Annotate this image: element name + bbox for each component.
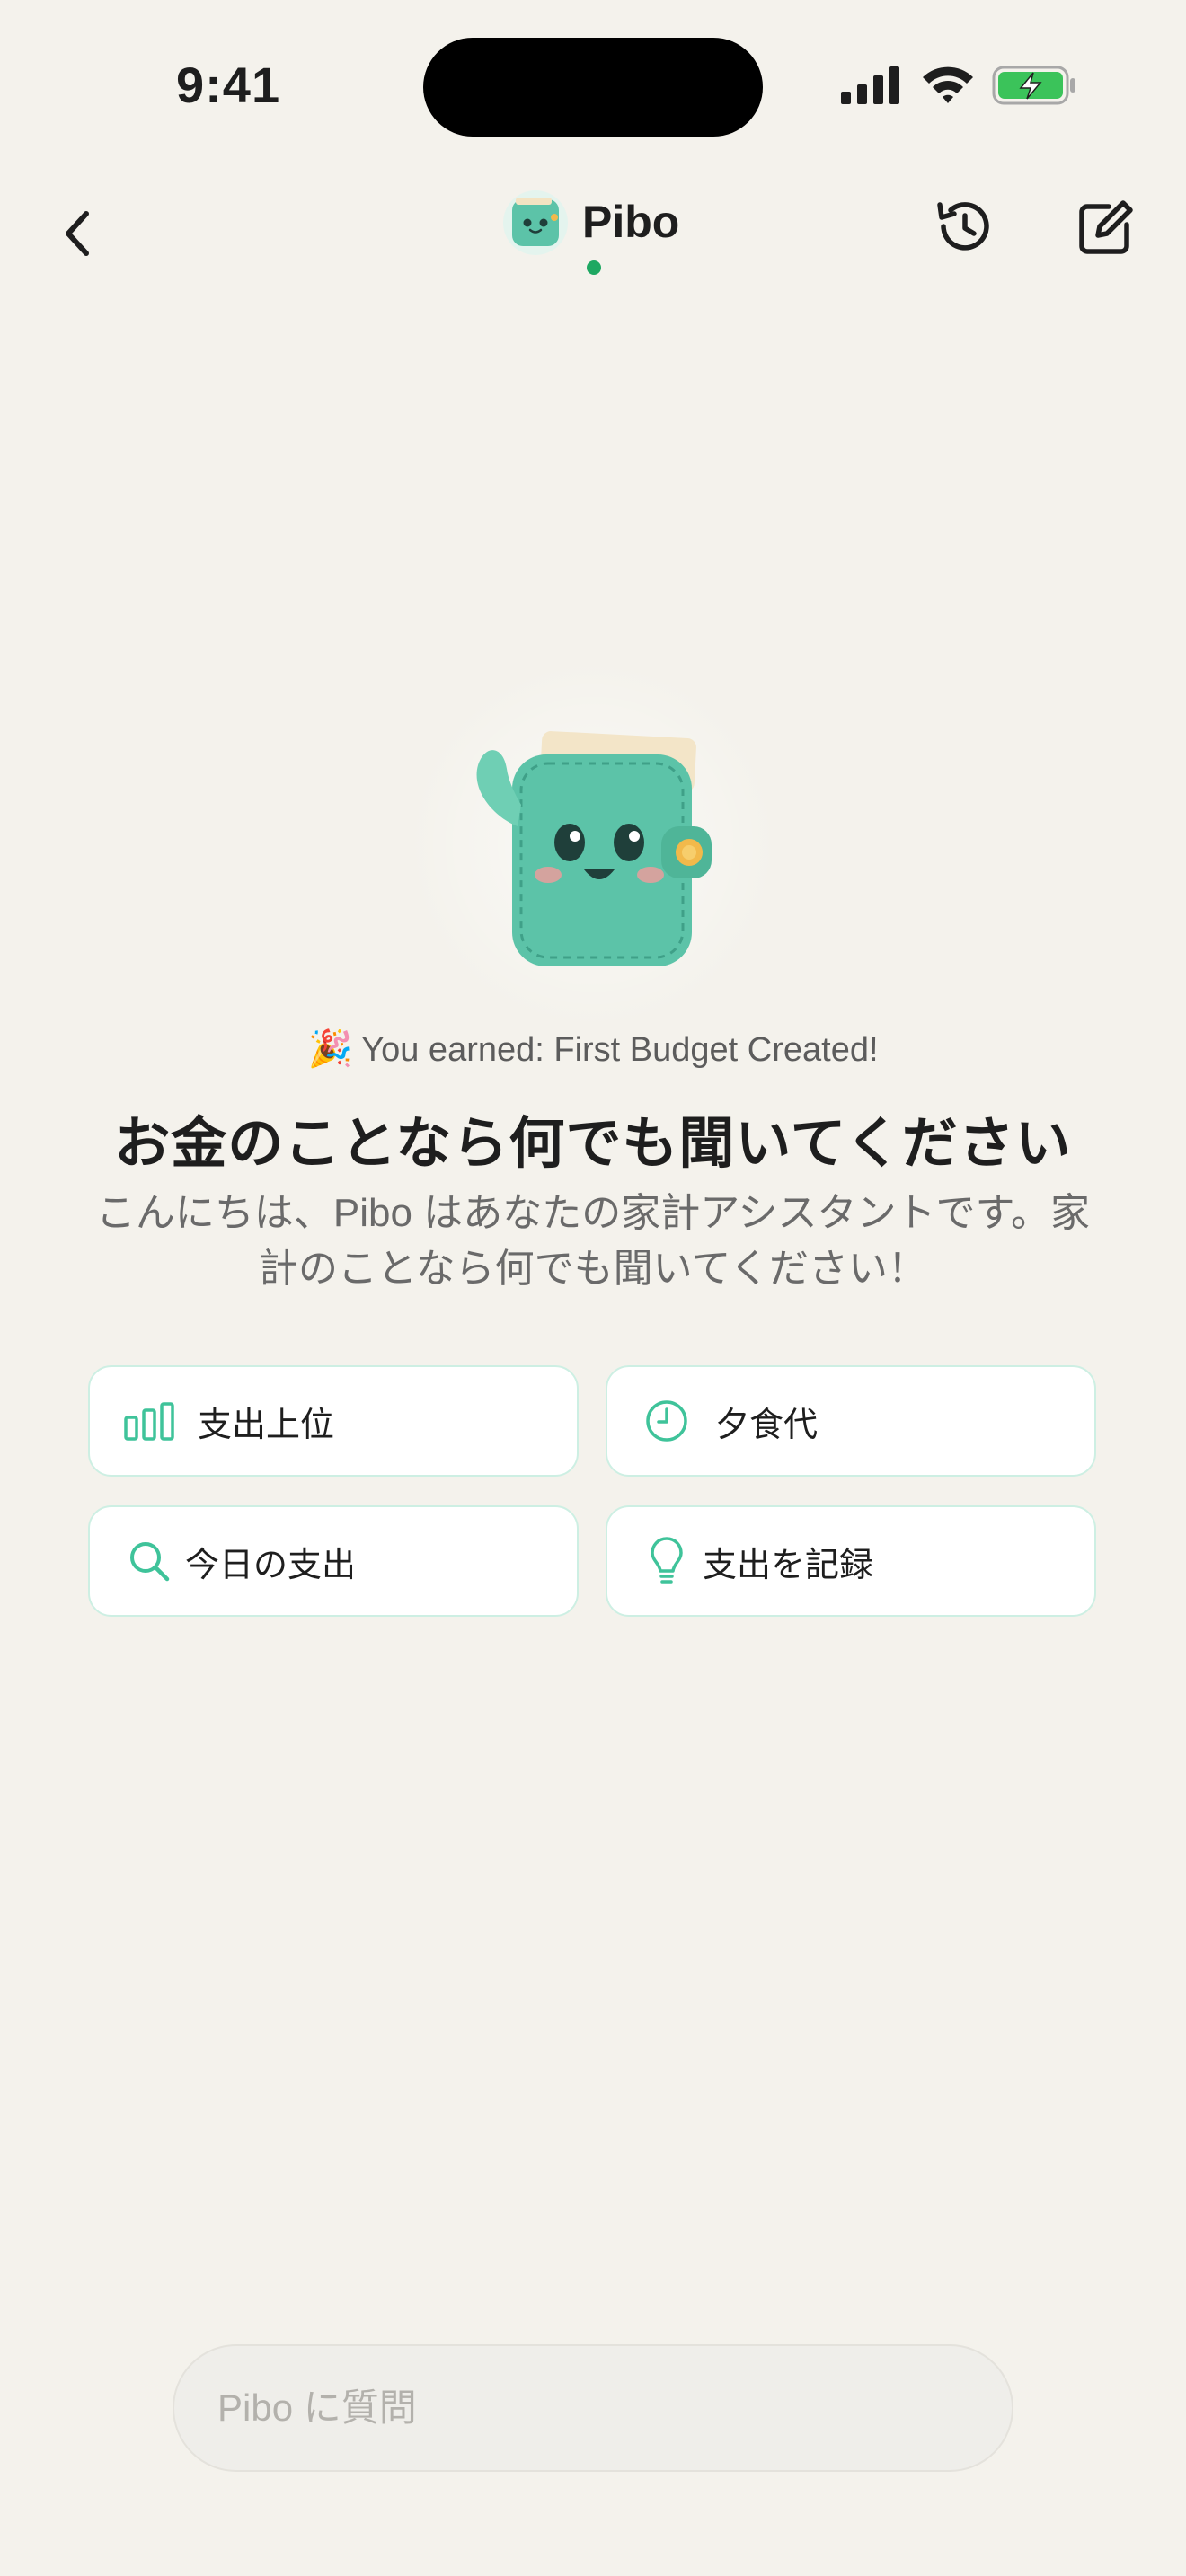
chat-input[interactable]: [174, 2346, 1012, 2470]
bar-chart-icon: [122, 1394, 176, 1448]
cellular-signal-icon: [841, 66, 899, 104]
online-status-dot: [587, 260, 601, 275]
history-icon: [937, 202, 989, 251]
nav-bar: Pibo: [0, 171, 1186, 296]
suggestion-today-spending[interactable]: 今日の支出: [88, 1505, 579, 1617]
achievement-banner: 🎉 You earned: First Budget Created!: [0, 1028, 1186, 1070]
chat-input-container: [173, 2344, 1013, 2472]
assistant-title: Pibo: [503, 178, 701, 286]
status-time: 9:41: [176, 57, 281, 113]
pibo-wallet-mascot: [476, 731, 712, 966]
suggestion-label: 今日の支出: [185, 1546, 357, 1584]
pibo-avatar: [503, 190, 568, 255]
search-icon: [122, 1534, 176, 1588]
lightbulb-icon: [640, 1534, 694, 1588]
achievement-text: You earned: First Budget Created!: [361, 1031, 879, 1069]
suggestion-label: 支出を記録: [703, 1546, 874, 1584]
welcome-subtitle: こんにちは、Pibo はあなたの家計アシスタントです。家計のことなら何でも聞いて…: [95, 1191, 1091, 1291]
suggestion-label: 支出上位: [198, 1406, 335, 1444]
suggestion-record-expense[interactable]: 支出を記録: [606, 1505, 1096, 1617]
status-bar: 9:41: [0, 0, 1186, 171]
clock-icon: [640, 1394, 694, 1448]
back-button[interactable]: [50, 198, 104, 269]
page-title: Pibo: [582, 197, 680, 247]
history-button[interactable]: [931, 194, 996, 259]
compose-icon: [1079, 200, 1133, 254]
suggestion-top-spending[interactable]: 支出上位: [88, 1365, 579, 1477]
party-popper-icon: 🎉: [307, 1029, 353, 1069]
battery-charging-icon: [992, 66, 1075, 105]
suggestion-label: 夕食代: [715, 1406, 819, 1444]
chevron-left-icon: [66, 211, 89, 256]
wifi-icon: [923, 66, 973, 103]
welcome-headline: お金のことなら何でも聞いてください: [114, 1113, 1072, 1175]
dynamic-island: [423, 38, 763, 137]
suggestion-dinner-cost[interactable]: 夕食代: [606, 1365, 1096, 1477]
new-chat-button[interactable]: [1073, 196, 1137, 260]
